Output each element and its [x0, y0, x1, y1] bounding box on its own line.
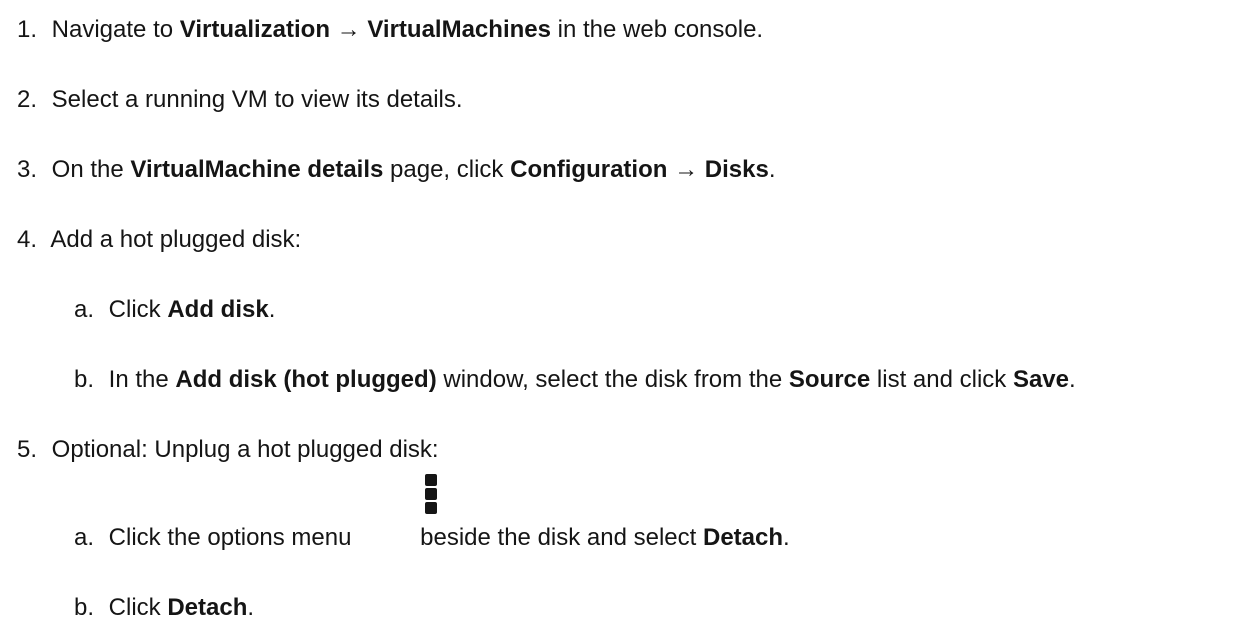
- substep-letter: b.: [73, 594, 94, 621]
- ui-term-virtualization: Virtualization: [179, 16, 330, 43]
- arrow-separator: →: [667, 156, 705, 183]
- step-1: 1. Navigate to Virtualization → VirtualM…: [0, 15, 763, 45]
- step-text: Click: [108, 296, 168, 323]
- ui-term-add-disk: Add disk: [167, 296, 269, 323]
- substep-4a: a. Click Add disk.: [0, 295, 275, 325]
- step-text: beside the disk and select: [420, 524, 703, 551]
- substep-letter: b.: [73, 366, 94, 393]
- step-text: page, click: [383, 156, 511, 183]
- ui-term-configuration: Configuration: [510, 156, 668, 183]
- step-number: 2.: [16, 86, 37, 113]
- step-5: 5. Optional: Unplug a hot plugged disk:: [0, 435, 439, 465]
- ui-term-virtualmachines: VirtualMachines: [367, 16, 551, 43]
- arrow-separator: →: [330, 16, 368, 43]
- step-3: 3. On the VirtualMachine details page, c…: [0, 155, 776, 185]
- step-text: Select a running VM to view its details.: [51, 86, 463, 113]
- step-text: .: [768, 156, 776, 183]
- ui-term-save: Save: [1012, 366, 1070, 393]
- step-text: .: [1069, 366, 1076, 393]
- step-4: 4. Add a hot plugged disk:: [0, 225, 301, 255]
- step-text: .: [783, 524, 790, 551]
- step-text: in the web console.: [550, 16, 764, 43]
- ui-term-add-disk-hot-plugged: Add disk (hot plugged): [175, 366, 437, 393]
- step-text: Click the options menu: [108, 524, 359, 551]
- step-number: 3.: [16, 156, 37, 183]
- step-number: 5.: [16, 436, 37, 463]
- ui-term-virtualmachine-details: VirtualMachine details: [130, 156, 384, 183]
- substep-letter: a.: [73, 524, 94, 551]
- step-text: Optional: Unplug a hot plugged disk:: [51, 436, 439, 463]
- substep-5a: a. Click the options menu beside the dis…: [0, 523, 790, 553]
- step-text: On the: [51, 156, 131, 183]
- step-text: list and click: [870, 366, 1013, 393]
- step-text: .: [247, 594, 255, 621]
- step-text: Add a hot plugged disk:: [50, 226, 302, 253]
- substep-letter: a.: [73, 296, 94, 323]
- ui-term-detach: Detach: [167, 594, 248, 621]
- step-text: In the: [108, 366, 176, 393]
- step-text: .: [268, 296, 276, 323]
- ui-term-detach: Detach: [702, 524, 784, 551]
- substep-4b: b. In the Add disk (hot plugged) window,…: [0, 365, 1076, 395]
- step-number: 1.: [16, 16, 37, 43]
- ui-term-source: Source: [788, 366, 871, 393]
- step-number: 4.: [16, 226, 37, 253]
- step-text: Navigate to: [51, 16, 180, 43]
- ui-term-disks: Disks: [704, 156, 769, 183]
- step-text: window, select the disk from the: [436, 366, 789, 393]
- substep-5b: b. Click Detach.: [0, 593, 254, 623]
- step-text: Click: [108, 594, 168, 621]
- step-2: 2. Select a running VM to view its detai…: [0, 85, 463, 115]
